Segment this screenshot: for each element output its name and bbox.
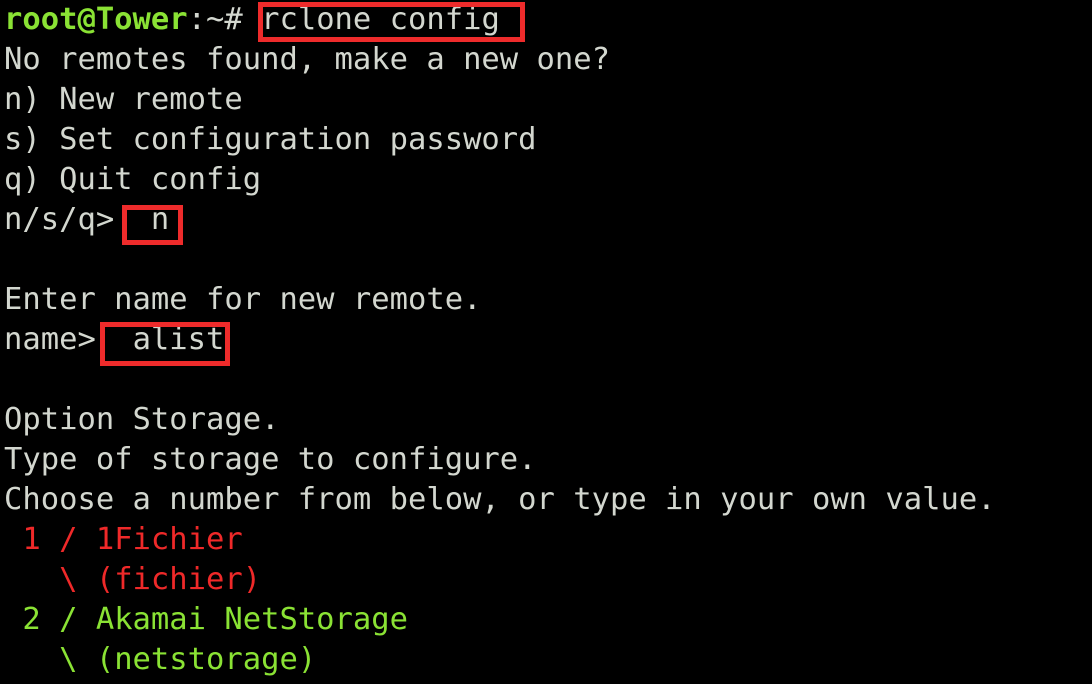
storage-option-1-backslash: \ — [4, 562, 78, 597]
terminal-window[interactable]: root@Tower:~# rclone config No remotes f… — [0, 0, 1092, 684]
name-prompt-line: name> alist — [4, 320, 224, 360]
menu-prompt-line: n/s/q> n — [4, 200, 169, 240]
output-type-of-storage: Type of storage to configure. — [4, 442, 537, 477]
menu-option-new-remote: n) New remote — [4, 82, 243, 117]
storage-option-2-backslash: \ — [4, 642, 78, 677]
output-choose-number: Choose a number from below, or type in y… — [4, 482, 996, 517]
storage-option-2-name: Akamai NetStorage — [95, 602, 408, 637]
prompt-line: root@Tower:~# rclone config — [4, 0, 500, 40]
storage-option-1-number: 1 / — [4, 522, 78, 557]
storage-option-1-sep — [77, 522, 95, 557]
prompt-path-symbol: :~# — [187, 2, 243, 37]
storage-option-2-value-sep — [77, 642, 95, 677]
storage-option-2-value-row: \ (netstorage) — [4, 640, 316, 680]
storage-option-1-value: (fichier) — [95, 562, 262, 597]
menu-option-quit-config: q) Quit config — [4, 162, 262, 197]
name-prompt-answer: alist — [132, 322, 225, 357]
storage-option-2-sep — [77, 602, 95, 637]
menu-option-set-password: s) Set configuration password — [4, 122, 537, 157]
menu-prompt-label: n/s/q> — [4, 202, 115, 237]
output-option-storage: Option Storage. — [4, 402, 280, 437]
storage-option-1-name: 1Fichier — [95, 522, 243, 557]
prompt-user-host: root@Tower — [4, 2, 188, 37]
name-prompt-label: name> — [4, 322, 96, 357]
storage-option-2-row[interactable]: 2 / Akamai NetStorage — [4, 600, 408, 640]
storage-option-2-number: 2 / — [4, 602, 78, 637]
storage-option-1-value-row: \ (fichier) — [4, 560, 261, 600]
output-enter-name: Enter name for new remote. — [4, 282, 482, 317]
storage-option-2-value: (netstorage) — [95, 642, 317, 677]
storage-option-1-value-sep — [77, 562, 95, 597]
command-text: rclone config — [261, 2, 500, 37]
storage-option-1-row[interactable]: 1 / 1Fichier — [4, 520, 243, 560]
menu-prompt-answer: n — [150, 202, 170, 237]
output-no-remotes: No remotes found, make a new one? — [4, 42, 610, 77]
